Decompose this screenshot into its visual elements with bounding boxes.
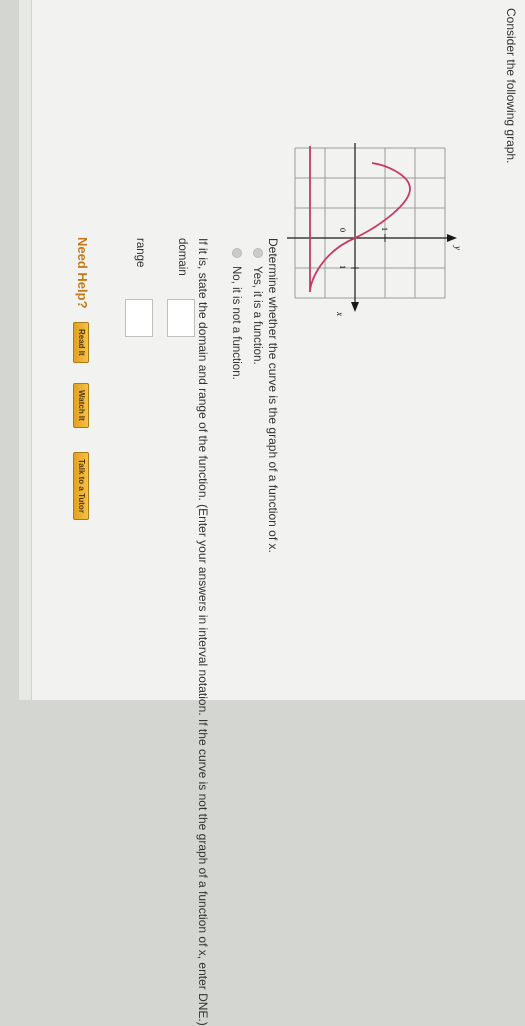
option-no[interactable]: No, it is not a function. bbox=[230, 248, 242, 380]
radio-button-icon[interactable] bbox=[232, 248, 242, 258]
y-axis-arrow bbox=[447, 234, 457, 242]
radio-button-icon[interactable] bbox=[253, 248, 263, 258]
option-yes-label: Yes, it is a function. bbox=[251, 266, 263, 365]
x-axis-arrow bbox=[351, 302, 359, 312]
page-footer-strip bbox=[19, 0, 32, 700]
webassign-page: Consider the following graph. x y 1 1 0 … bbox=[19, 0, 525, 1026]
read-it-button[interactable]: Read It bbox=[73, 322, 89, 363]
watch-it-button[interactable]: Watch It bbox=[73, 383, 89, 428]
option-no-label: No, it is not a function. bbox=[230, 266, 242, 380]
range-label: range bbox=[134, 238, 146, 268]
origin-label: 0 bbox=[338, 228, 347, 232]
y-tick-label: 1 bbox=[380, 227, 389, 231]
y-axis-label: y bbox=[453, 245, 463, 250]
question-prompt: Consider the following graph. bbox=[504, 8, 518, 164]
domain-input[interactable] bbox=[167, 299, 195, 337]
question-text: Determine whether the curve is the graph… bbox=[266, 238, 280, 553]
talk-to-tutor-button[interactable]: Talk to a Tutor bbox=[73, 452, 89, 520]
x-axis-label: x bbox=[335, 311, 345, 316]
range-input[interactable] bbox=[125, 299, 153, 337]
option-yes[interactable]: Yes, it is a function. bbox=[251, 248, 263, 365]
domain-range-instructions: If it is, state the domain and range of … bbox=[196, 238, 210, 1026]
x-tick-label: 1 bbox=[338, 265, 347, 269]
need-help-heading: Need Help? bbox=[75, 237, 90, 309]
domain-label: domain bbox=[176, 238, 188, 276]
function-graph: x y 1 1 0 bbox=[287, 143, 463, 316]
graph-grid bbox=[294, 147, 446, 299]
